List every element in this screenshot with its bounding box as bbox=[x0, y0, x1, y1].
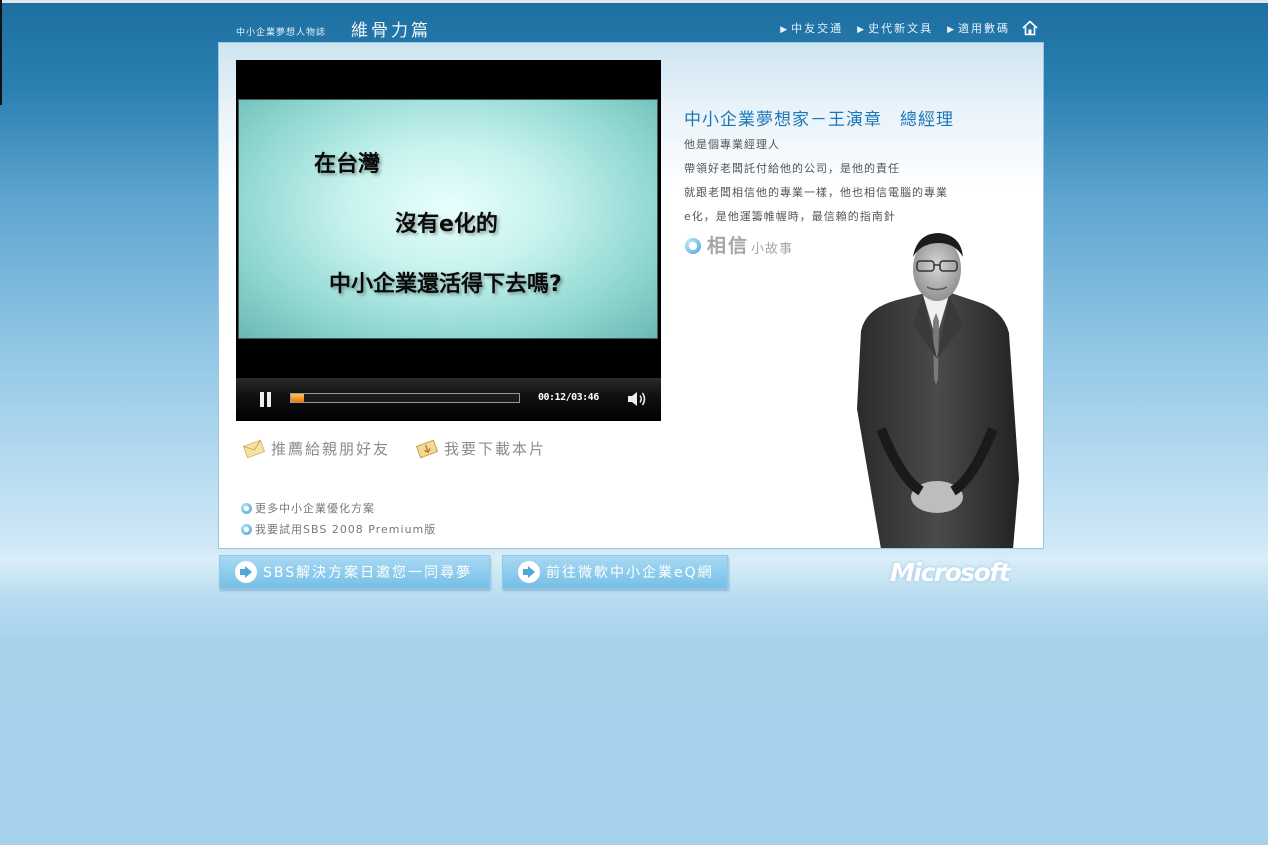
recommend-label: 推薦給親朋好友 bbox=[271, 440, 391, 458]
seek-progress bbox=[291, 394, 304, 402]
arrow-right-icon bbox=[235, 561, 257, 583]
download-icon bbox=[416, 439, 438, 458]
triangle-right-icon: ▶ bbox=[857, 25, 867, 35]
seek-bar[interactable] bbox=[290, 393, 520, 403]
microsoft-logo: Microsoft bbox=[890, 558, 1011, 587]
video-caption-line: 沒有e化的 bbox=[395, 212, 498, 237]
story-label: 相信 bbox=[707, 235, 750, 257]
profile-description-line: 帶領好老闆託付給他的公司，是他的責任 bbox=[684, 162, 900, 175]
profile-description-line: 他是個專業經理人 bbox=[684, 138, 780, 151]
nav-item-shidai[interactable]: ▶ 史代新文具 bbox=[857, 20, 933, 36]
video-frame: 在台灣 沒有e化的 中小企業還活得下去嗎? bbox=[238, 99, 658, 339]
bullet-circle-icon bbox=[685, 238, 701, 254]
video-caption-line: 在台灣 bbox=[314, 152, 381, 177]
episode-title: 維骨力篇 bbox=[351, 21, 431, 41]
link-label: 我要試用SBS 2008 Premium版 bbox=[255, 523, 437, 536]
download-button[interactable]: 我要下載本片 bbox=[416, 438, 546, 459]
nav-item-zhongyou[interactable]: ▶ 中友交通 bbox=[780, 20, 843, 36]
site-header: 中小企業夢想人物誌 維骨力篇 ▶ 中友交通 ▶ 史代新文具 ▶ 適用數碼 bbox=[218, 14, 1044, 42]
download-label: 我要下載本片 bbox=[444, 440, 547, 458]
volume-icon[interactable] bbox=[626, 390, 648, 408]
nav-label: 史代新文具 bbox=[868, 22, 934, 35]
microsoft-smb-eq-button[interactable]: 前往微軟中小企業eQ網 bbox=[502, 555, 728, 589]
main-panel: 在台灣 沒有e化的 中小企業還活得下去嗎? 00:12/03:46 推薦給親朋好… bbox=[218, 42, 1044, 549]
home-icon[interactable] bbox=[1022, 20, 1038, 36]
profile-title: 中小企業夢想家－王演章 總經理 bbox=[684, 110, 954, 130]
sbs-solution-day-button[interactable]: SBS解決方案日邀您一同尋夢 bbox=[219, 555, 490, 589]
arrow-right-icon bbox=[518, 561, 540, 583]
series-title: 中小企業夢想人物誌 bbox=[236, 28, 327, 38]
button-label: 前往微軟中小企業eQ網 bbox=[546, 565, 714, 581]
top-navigation: ▶ 中友交通 ▶ 史代新文具 ▶ 適用數碼 bbox=[766, 20, 1038, 36]
link-label: 更多中小企業優化方案 bbox=[255, 502, 375, 515]
bullet-circle-icon bbox=[241, 523, 252, 535]
story-sublabel: 小故事 bbox=[751, 242, 794, 257]
nav-label: 中友交通 bbox=[791, 22, 844, 35]
triangle-right-icon: ▶ bbox=[947, 25, 956, 35]
left-edge-bar bbox=[0, 0, 2, 105]
video-controls: 00:12/03:46 bbox=[236, 378, 661, 421]
envelope-icon bbox=[243, 439, 265, 458]
profile-description-line: 就跟老闆相信他的專業一樣，他也相信電腦的專業 bbox=[684, 186, 948, 199]
top-border bbox=[0, 0, 1268, 3]
pause-icon[interactable] bbox=[260, 392, 272, 407]
button-label: SBS解決方案日邀您一同尋夢 bbox=[263, 565, 473, 581]
bullet-circle-icon bbox=[241, 502, 252, 514]
nav-item-shiyong[interactable]: ▶ 適用數碼 bbox=[947, 20, 1010, 36]
more-solutions-link[interactable]: 更多中小企業優化方案 bbox=[241, 500, 375, 516]
trial-sbs-link[interactable]: 我要試用SBS 2008 Premium版 bbox=[241, 521, 436, 537]
recommend-button[interactable]: 推薦給親朋好友 bbox=[243, 438, 390, 459]
profile-description-line: e化，是他運籌帷幄時，最信賴的指南針 bbox=[684, 210, 896, 223]
triangle-right-icon: ▶ bbox=[780, 25, 790, 35]
story-link[interactable]: 相信 小故事 bbox=[685, 231, 793, 258]
nav-label: 適用數碼 bbox=[958, 22, 1010, 35]
video-caption-line: 中小企業還活得下去嗎? bbox=[329, 272, 562, 297]
time-display: 00:12/03:46 bbox=[538, 392, 599, 403]
executive-portrait bbox=[857, 233, 1019, 548]
video-player[interactable]: 在台灣 沒有e化的 中小企業還活得下去嗎? 00:12/03:46 bbox=[236, 60, 661, 421]
